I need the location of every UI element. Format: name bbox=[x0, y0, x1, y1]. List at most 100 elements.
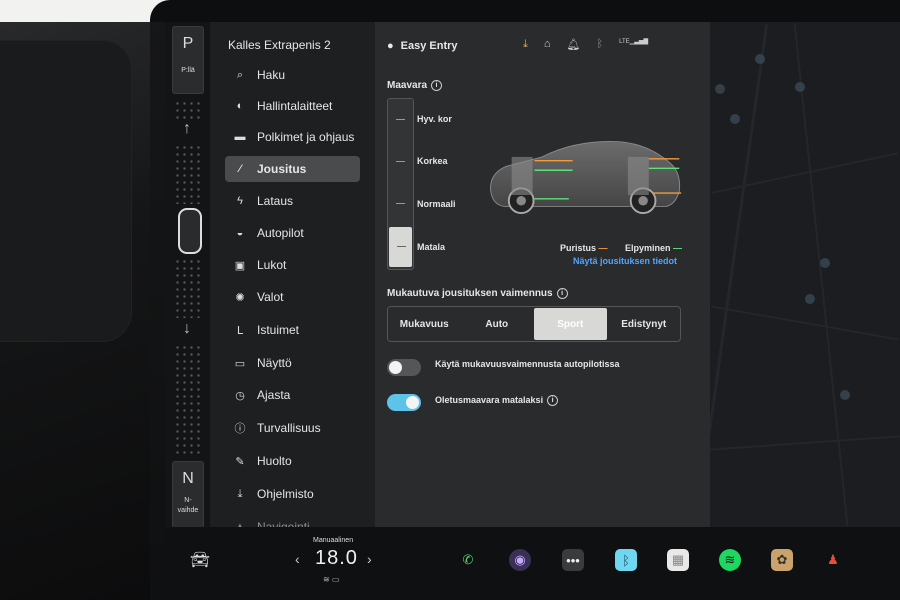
info-icon[interactable]: i bbox=[556, 288, 568, 299]
map-pin-icon[interactable] bbox=[820, 258, 830, 268]
clock-icon: ◷ bbox=[235, 389, 245, 402]
info-icon: ⓘ bbox=[234, 423, 246, 435]
download-icon[interactable]: ⤓ bbox=[523, 38, 528, 51]
climate-mode-label: Manuaalinen bbox=[313, 537, 354, 544]
camera-icon[interactable]: ◉ bbox=[509, 549, 531, 571]
ride-height-slider[interactable] bbox=[387, 98, 414, 270]
car-name: Kalles Extrapenis 2 bbox=[228, 38, 331, 52]
temperature-value[interactable]: 18.0 bbox=[315, 547, 358, 570]
default-low-toggle[interactable] bbox=[387, 394, 421, 411]
sidebar-item-naytto[interactable]: ▭ Näyttö bbox=[225, 350, 360, 376]
person-icon: ● bbox=[387, 40, 394, 52]
spotify-icon[interactable]: ≋ bbox=[719, 549, 741, 571]
ride-height-option[interactable]: Hyv. kor bbox=[417, 114, 452, 124]
damping-option-edistynyt[interactable]: Edistynyt bbox=[608, 307, 681, 341]
suspension-icon: ⁄ bbox=[239, 163, 241, 175]
sidebar-item-valot[interactable]: ✺ Valot bbox=[225, 284, 360, 310]
sidebar-item-ajasta[interactable]: ◷ Ajasta bbox=[225, 382, 360, 408]
ride-height-option[interactable]: Korkea bbox=[417, 156, 448, 166]
ride-height-title: Maavara i bbox=[387, 80, 443, 91]
car-icon: ▬ bbox=[234, 131, 246, 143]
download-icon: ⤓ bbox=[237, 487, 243, 500]
gear-neutral[interactable]: N N-vaihde bbox=[172, 461, 204, 529]
map-pin-icon[interactable] bbox=[755, 54, 765, 64]
map-pin-icon[interactable] bbox=[795, 82, 805, 92]
suspension-details-link[interactable]: Näytä jousituksen tiedot bbox=[573, 256, 677, 266]
touchscreen: P P:llä ↑ ↓ N N-vaihde Kalles Extrapenis… bbox=[165, 22, 900, 600]
sidebar-item-autopilot[interactable]: ◒ Autopilot bbox=[225, 220, 360, 246]
comfort-autopilot-toggle[interactable] bbox=[387, 359, 421, 376]
damping-option-sport[interactable]: Sport bbox=[534, 308, 607, 340]
car-topdown-icon bbox=[178, 208, 202, 254]
sidebar-item-lukot[interactable]: ▣ Lukot bbox=[225, 252, 360, 278]
driver-profile[interactable]: ● Easy Entry bbox=[387, 40, 458, 52]
sidebar-item-polkimet[interactable]: ▬ Polkimet ja ohjaus bbox=[225, 124, 360, 150]
gear-park[interactable]: P P:llä bbox=[172, 26, 204, 94]
gear-dots bbox=[174, 258, 202, 318]
map-pin-icon[interactable] bbox=[730, 114, 740, 124]
sidebar-item-haku[interactable]: ⌕ Haku bbox=[225, 62, 360, 88]
sidebar-item-istuimet[interactable]: ᒪ Istuimet bbox=[225, 317, 360, 343]
suspension-panel: ● Easy Entry ⤓ ⌂ 🔔︎ ᛒ LTE▁▃▅▇ Maavara i Hy… bbox=[375, 22, 710, 527]
gear-neutral-letter: N bbox=[182, 470, 194, 487]
ride-height-option-selected[interactable]: Matala bbox=[417, 242, 445, 252]
legend-compress: Puristus — bbox=[560, 243, 608, 253]
sidebar-item-ohjelmisto[interactable]: ⤓ Ohjelmisto bbox=[225, 481, 360, 507]
legend-extend: Elpyminen — bbox=[625, 243, 683, 253]
temp-up-button[interactable]: › bbox=[367, 551, 372, 567]
bluetooth-app-icon[interactable]: ᛒ bbox=[615, 549, 637, 571]
seat-icon: ᒪ bbox=[236, 324, 244, 337]
more-icon[interactable]: ••• bbox=[562, 549, 584, 571]
map-pin-icon[interactable] bbox=[805, 294, 815, 304]
gear-neutral-label: N-vaihde bbox=[177, 497, 199, 514]
bluetooth-icon[interactable]: ᛒ bbox=[597, 38, 604, 51]
sidebar-item-hallintalaitteet[interactable]: ◐ Hallintalaitteet bbox=[225, 93, 360, 119]
map-pin-icon[interactable] bbox=[840, 390, 850, 400]
steering-icon: ◒ bbox=[236, 227, 244, 239]
car-xray-graphic bbox=[490, 141, 682, 215]
damping-option-mukavuus[interactable]: Mukavuus bbox=[388, 307, 461, 341]
lte-signal-icon: LTE▁▃▅▇ bbox=[619, 39, 649, 45]
default-low-label: Oletusmaavara matalaksi i bbox=[435, 395, 559, 407]
map-view[interactable] bbox=[710, 22, 900, 527]
screen-top-edge bbox=[150, 0, 900, 22]
gear-selector[interactable]: P P:llä ↑ ↓ N N-vaihde bbox=[172, 26, 204, 531]
lightning-icon: ϟ bbox=[237, 195, 243, 207]
bell-icon[interactable]: 🔔︎ bbox=[567, 38, 581, 51]
arrow-up-icon: ↑ bbox=[183, 120, 191, 137]
gear-dots bbox=[174, 100, 202, 122]
calendar-icon[interactable]: ▦ bbox=[667, 549, 689, 571]
map-pin-icon[interactable] bbox=[715, 84, 725, 94]
sidebar-item-lataus[interactable]: ϟ Lataus bbox=[225, 188, 360, 214]
temp-down-button[interactable]: ‹ bbox=[295, 551, 300, 567]
damping-option-auto[interactable]: Auto bbox=[461, 307, 534, 341]
dashboard-cluster bbox=[0, 40, 132, 342]
toybox-icon[interactable]: ✿ bbox=[771, 549, 793, 571]
phone-icon[interactable]: ✆ bbox=[457, 549, 479, 571]
ride-height-option[interactable]: Normaali bbox=[417, 199, 456, 209]
sidebar-item-turvallisuus[interactable]: ⓘ Turvallisuus bbox=[225, 415, 360, 441]
gear-dots bbox=[174, 144, 202, 204]
comfort-autopilot-label: Käytä mukavuusvaimennusta autopilotissa bbox=[435, 359, 620, 369]
car-icon[interactable]: 🚘︎ bbox=[189, 549, 211, 571]
info-icon[interactable]: i bbox=[547, 395, 559, 407]
wrench-icon: ✎ bbox=[235, 455, 245, 468]
toggle-icon: ◐ bbox=[236, 100, 244, 112]
sidebar-item-huolto[interactable]: ✎ Huolto bbox=[225, 448, 360, 474]
display-icon: ▭ bbox=[234, 357, 246, 370]
sidebar-item-jousitus[interactable]: ⁄ Jousitus bbox=[225, 156, 360, 182]
ride-height-knob[interactable] bbox=[389, 227, 412, 267]
joystick-icon[interactable]: ♟ bbox=[822, 549, 844, 571]
status-icons: ⤓ ⌂ 🔔︎ ᛒ LTE▁▃▅▇ bbox=[523, 38, 648, 51]
lock-icon: ▣ bbox=[234, 259, 246, 272]
damping-title: Mukautuva jousituksen vaimennus i bbox=[387, 288, 568, 299]
fan-icon[interactable]: ≋ ▭ bbox=[323, 575, 339, 584]
home-icon[interactable]: ⌂ bbox=[544, 38, 551, 51]
sun-icon: ✺ bbox=[235, 291, 245, 304]
gear-dots bbox=[174, 344, 202, 454]
damping-selector[interactable]: Mukavuus Auto Sport Edistynyt bbox=[387, 306, 681, 342]
bottom-bar: 🚘︎ Manuaalinen ‹ 18.0 › ≋ ▭ ✆ ◉ ••• ᛒ ▦ … bbox=[165, 527, 900, 600]
search-icon: ⌕ bbox=[236, 68, 244, 81]
gear-park-letter: P bbox=[182, 35, 194, 52]
info-icon[interactable]: i bbox=[431, 80, 443, 91]
